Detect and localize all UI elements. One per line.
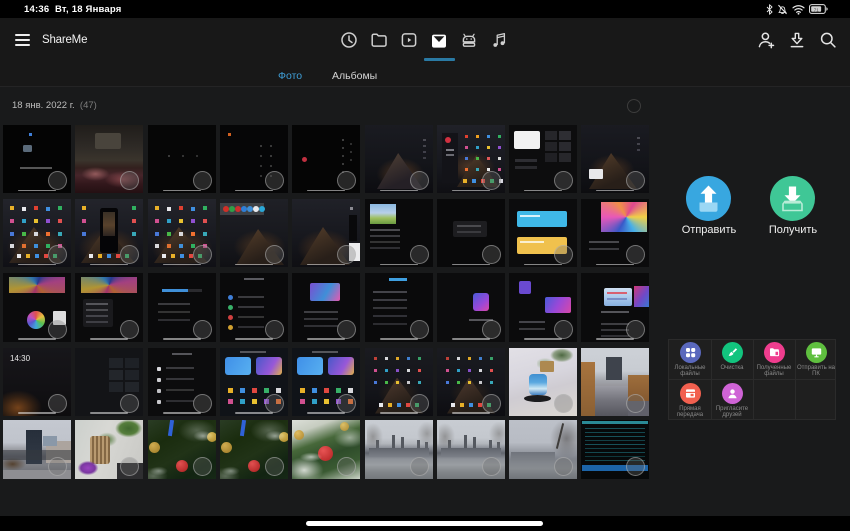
svg-text:71: 71	[814, 7, 820, 12]
